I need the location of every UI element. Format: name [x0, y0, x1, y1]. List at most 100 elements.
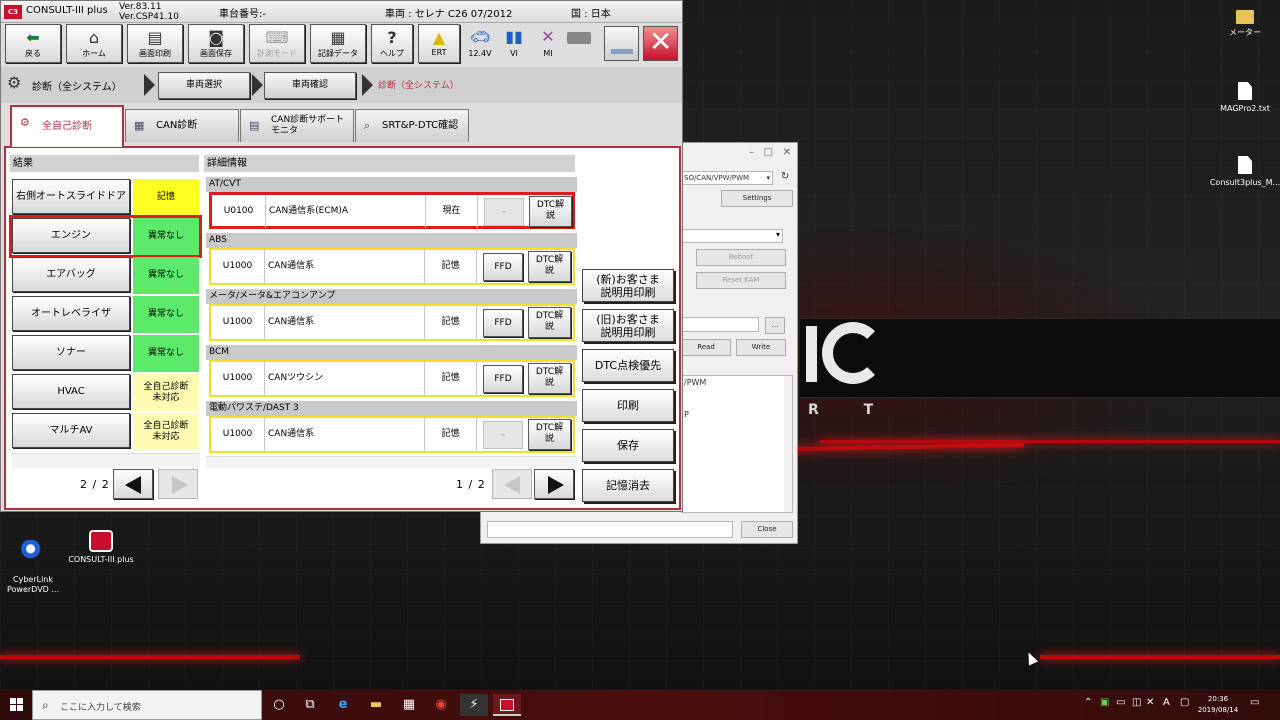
result-row: ソナー 異常なし [12, 335, 199, 372]
network-icon[interactable]: ◫ [1132, 697, 1141, 708]
results-prev-button[interactable] [113, 469, 153, 499]
old-customer-print-button[interactable]: (旧)お客さま 説明用印刷 [582, 309, 674, 342]
protocol-select[interactable]: SO/CAN/VPW/PWM ▾ [681, 171, 773, 185]
status-badge: 異常なし [133, 257, 199, 294]
can-monitor-icon: ▤ [249, 119, 260, 132]
record-data-button[interactable]: ▦ 記録データ [310, 24, 366, 63]
system-button[interactable]: ソナー [12, 335, 130, 370]
settings-button[interactable]: Settings [721, 190, 793, 207]
write-button[interactable]: Write [736, 339, 786, 356]
dtc-code: U1000 [211, 306, 265, 339]
bgwin-controls[interactable]: – □ ✕ [681, 147, 791, 158]
log-scrollbar[interactable] [784, 376, 792, 512]
dtc-system-name: 電動パワステ/DAST 3 [206, 401, 577, 416]
battery-icon[interactable]: ▭ [1116, 697, 1125, 708]
device-select[interactable]: ▾ [681, 229, 783, 243]
clear-memory-button[interactable]: 記憶消去 [582, 469, 674, 502]
tray-app-icon[interactable]: ▣ [1100, 697, 1109, 708]
file-explorer-icon[interactable]: ▬ [362, 694, 390, 716]
ffd-button[interactable]: FFD [483, 309, 523, 337]
ert-button[interactable]: ▲ ERT [418, 24, 460, 63]
dtc-state: 記憶 [425, 418, 477, 451]
back-button[interactable]: ⬅ 戻る [5, 24, 61, 63]
country-info: 国 : 日本 [571, 9, 611, 20]
tray-chevron-icon[interactable]: ⌃ [1084, 697, 1092, 708]
diagnosis-icon: ⚙ [7, 73, 22, 92]
desktop-icon-consult[interactable]: CONSULT-III plus [62, 530, 140, 565]
text-file-icon [1238, 82, 1252, 100]
ime-pad-icon[interactable]: ▢ [1180, 697, 1189, 708]
volume-muted-icon[interactable]: ✕ [1146, 697, 1154, 708]
details-prev-button[interactable] [492, 469, 532, 499]
notification-icon[interactable]: ▭ [1250, 697, 1259, 708]
read-button[interactable]: Read [681, 339, 731, 356]
dtc-row: U0100 CAN通信系(ECM)A 現在 – DTC解 説 [209, 192, 575, 229]
print-screen-button[interactable]: ▤ 画面印刷 [127, 24, 183, 63]
dtc-explain-button[interactable]: DTC解 説 [528, 419, 571, 450]
reboot-button[interactable]: Reboot [696, 249, 786, 266]
dtc-state: 記憶 [425, 362, 477, 395]
save-button[interactable]: 保存 [582, 429, 674, 462]
desktop-icon-consult-manual[interactable]: Consult3plus_M... [1206, 156, 1280, 188]
dtc-priority-button[interactable]: DTC点検優先 [582, 349, 674, 382]
new-customer-print-button[interactable]: (新)お客さま 説明用印刷 [582, 269, 674, 302]
chrome-icon[interactable]: ◉ [427, 694, 455, 716]
cross-icon: ✕ [541, 27, 555, 46]
tab-can-support-monitor[interactable]: ▤ CAN診断サポートモニタ [240, 109, 354, 142]
minimize-button[interactable] [604, 26, 639, 61]
battery-icon [567, 32, 591, 44]
help-button[interactable]: ? ヘルプ [371, 24, 413, 63]
system-button[interactable]: エンジン [12, 218, 130, 253]
measure-mode-button[interactable]: ⌨ 計測モード [249, 24, 305, 63]
details-next-button[interactable] [534, 469, 574, 499]
results-next-button[interactable] [158, 469, 198, 499]
vehicle-confirm-button[interactable]: 車両確認 [264, 72, 356, 99]
close-window-button[interactable]: ✕ [643, 25, 678, 61]
ffd-button[interactable]: – [484, 198, 524, 226]
edge-browser-icon[interactable]: e [329, 694, 357, 716]
task-view-icon[interactable]: ⧉ [296, 694, 324, 716]
wallpaper-logo-mark [806, 326, 817, 382]
dtc-explain-button[interactable]: DTC解 説 [528, 307, 571, 338]
system-button[interactable]: 右側オートスライドドア [12, 179, 130, 214]
reset-kam-button[interactable]: Reset KAM [696, 272, 786, 289]
calculator-icon[interactable]: ▦ [395, 694, 423, 716]
ffd-button[interactable]: FFD [483, 253, 523, 281]
ime-indicator[interactable]: A [1163, 697, 1170, 708]
dtc-explain-button[interactable]: DTC解 説 [529, 196, 572, 227]
ffd-button[interactable]: FFD [483, 365, 523, 393]
dtc-explain-button[interactable]: DTC解 説 [528, 363, 571, 394]
flash-app-icon[interactable]: ⚡ [460, 694, 488, 716]
log-box[interactable]: /PWM P [681, 375, 793, 513]
dtc-explain-button[interactable]: DTC解 説 [528, 251, 571, 282]
system-button[interactable]: エアバッグ [12, 257, 130, 292]
consult-taskbar-icon[interactable] [493, 694, 521, 716]
print-button[interactable]: 印刷 [582, 389, 674, 422]
home-button[interactable]: ⌂ ホーム [66, 24, 122, 63]
browse-button[interactable]: ... [765, 317, 785, 334]
bg-red-stripe [1040, 655, 1280, 659]
vehicle-select-button[interactable]: 車両選択 [158, 72, 250, 99]
start-button[interactable] [0, 690, 32, 720]
details-title: 詳細情報 [204, 155, 575, 172]
taskbar-clock[interactable]: 20:36 2019/08/14 [1196, 694, 1240, 716]
desktop-icon-magpro[interactable]: MAGPro2.txt [1206, 82, 1280, 114]
system-button[interactable]: HVAC [12, 374, 130, 409]
cortana-icon[interactable]: ○ [265, 694, 293, 716]
mouse-cursor [1023, 650, 1039, 666]
ffd-button[interactable]: – [483, 421, 523, 449]
taskbar-search[interactable]: ⌕ ここに入力して検索 [32, 690, 262, 720]
save-screen-button[interactable]: ◙ 画面保存 [188, 24, 244, 63]
refresh-icon[interactable]: ↻ [781, 171, 789, 182]
close-button[interactable]: Close [741, 521, 793, 538]
file-path-input[interactable] [681, 317, 759, 332]
tab-all-self-diagnosis[interactable]: ⚙ 全自己診断 [10, 105, 124, 147]
camera-icon: ◙ [208, 28, 224, 47]
powerdvd-icon [21, 540, 45, 562]
system-button[interactable]: マルチAV [12, 413, 130, 448]
next-arrow-icon [172, 476, 188, 494]
system-button[interactable]: オートレベライザ [12, 296, 130, 331]
desktop-icon-meter[interactable]: メーター [1206, 8, 1280, 38]
tab-can-diagnosis[interactable]: ▦ CAN診断 [125, 109, 239, 142]
tab-srt-pdtc[interactable]: ⌕ SRT&P-DTC確認 [355, 109, 469, 142]
